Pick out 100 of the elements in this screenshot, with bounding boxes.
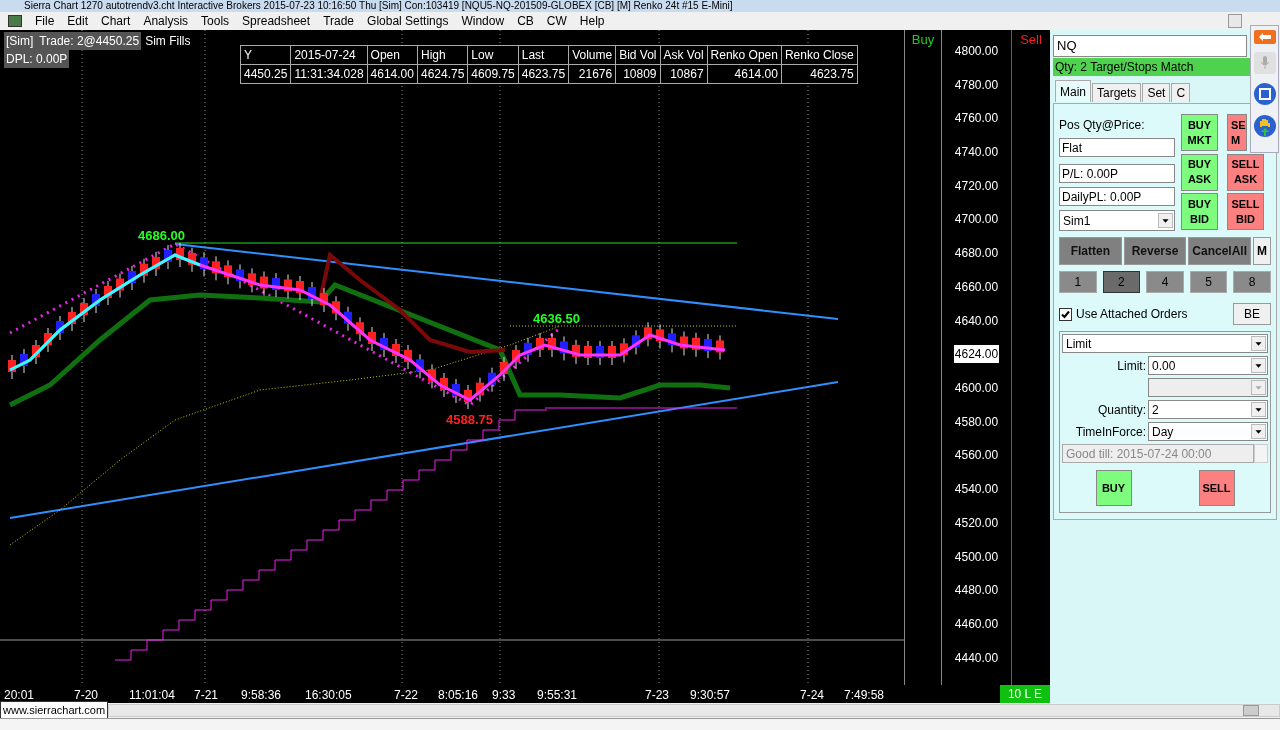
price-label: 4740.00 — [954, 144, 999, 161]
window-title: Sierra Chart 1270 autotrendv3.cht Interactive Brokers 2015-07-23 10:16:50 Thu [Sim] Con:103419 [NQU5-NQ-201509-GLOBEX [CB] [M] Renko 24t #15 E-Mini] — [24, 0, 733, 12]
scroll-thumb-icon[interactable] — [1243, 705, 1259, 716]
time-label: 8:05:16 — [438, 687, 479, 704]
spinner-icon[interactable] — [1254, 444, 1268, 463]
candlestick — [308, 281, 316, 307]
quantity-select[interactable]: 2 — [1148, 400, 1268, 419]
candlestick — [224, 259, 232, 285]
position-field: Flat — [1059, 138, 1175, 157]
website-link[interactable]: www.sierrachart.com — [0, 701, 109, 720]
microphone-icon[interactable] — [1253, 52, 1276, 74]
menu-item[interactable]: CB — [517, 12, 534, 30]
table-cell: 4450.25 — [240, 64, 291, 84]
price-label: 4720.00 — [954, 177, 999, 195]
table-cell: 4624.75 — [417, 64, 468, 84]
candlestick — [356, 316, 364, 342]
candlestick — [668, 327, 676, 353]
price-label: 4760.00 — [954, 110, 999, 128]
action-button[interactable]: Reverse — [1123, 237, 1187, 265]
time-label: 11:01:04 — [129, 687, 175, 704]
column-header: Bid Vol — [615, 45, 661, 65]
price-label: 4560.00 — [954, 447, 999, 465]
candlestick — [296, 275, 304, 301]
order-button[interactable]: SE M — [1227, 114, 1247, 151]
time-label: 7-21 — [194, 687, 219, 704]
account-select[interactable]: Sim1 — [1059, 210, 1175, 231]
price-label: 4500.00 — [954, 548, 999, 566]
action-button[interactable]: M — [1253, 237, 1271, 265]
symbol-field[interactable]: NQ — [1053, 35, 1247, 57]
menu-item[interactable]: File — [35, 12, 55, 30]
candlestick — [404, 344, 412, 370]
stop-icon[interactable] — [1252, 82, 1277, 106]
empty-select[interactable] — [1148, 378, 1268, 397]
menu-item[interactable]: Global Settings — [367, 12, 449, 30]
tab[interactable]: C — [1171, 83, 1191, 102]
be-button[interactable]: BE — [1233, 303, 1271, 325]
order-type-select[interactable]: Limit — [1062, 334, 1268, 353]
candlestick — [440, 372, 448, 398]
order-button[interactable]: BUY ASK — [1181, 153, 1218, 191]
candlestick — [716, 334, 724, 360]
quantity-preset-button[interactable]: 2 — [1102, 271, 1141, 293]
time-label: 7-24 — [800, 687, 825, 704]
action-button[interactable]: Flatten — [1059, 237, 1122, 265]
candlestick — [248, 267, 256, 293]
order-button[interactable]: BUY MKT — [1181, 114, 1218, 151]
quantity-preset-button[interactable]: 5 — [1189, 271, 1228, 293]
candlestick — [68, 306, 76, 332]
time-label: 16:30:05 — [305, 687, 352, 704]
hand-icon[interactable] — [1252, 114, 1277, 138]
app-icon[interactable] — [8, 15, 22, 27]
candlestick — [344, 306, 352, 332]
tab[interactable]: Set — [1142, 83, 1171, 102]
buy-button[interactable]: BUY — [1095, 470, 1132, 506]
menu-item[interactable]: Spreadsheet — [242, 12, 311, 30]
candlestick — [464, 384, 472, 410]
column-header: Ask Vol — [660, 45, 708, 65]
price-label: 4700.00 — [954, 211, 999, 229]
menu-item[interactable]: Trade — [323, 12, 355, 30]
menu-item[interactable]: Help — [579, 12, 605, 30]
column-header: Volume — [568, 45, 616, 65]
time-label: 7-20 — [74, 687, 99, 704]
candlestick — [200, 251, 208, 277]
table-cell: 10809 — [615, 64, 661, 84]
horizontal-scrollbar[interactable] — [108, 704, 1280, 717]
time-in-force-select[interactable]: Day — [1148, 422, 1268, 441]
menu-item[interactable]: Window — [461, 12, 505, 30]
table-cell: 4623.75 — [518, 64, 569, 84]
order-button[interactable]: SELL BID — [1227, 193, 1264, 231]
table-cell: 11:31:34.028 — [290, 64, 368, 84]
trade-label: Trade: 2@4450.25 — [35, 32, 142, 50]
price-annotation: 4686.00 — [138, 227, 185, 245]
menu-item[interactable]: CW — [546, 12, 567, 30]
limit-price-select[interactable]: 0.00 — [1148, 356, 1268, 375]
sell-button[interactable]: SELL — [1198, 470, 1235, 506]
candlestick — [596, 340, 604, 366]
minimize-button[interactable] — [1228, 14, 1242, 28]
quantity-preset-button[interactable]: 1 — [1059, 271, 1097, 293]
checkbox[interactable] — [1059, 307, 1072, 321]
price-label: 4540.00 — [954, 481, 999, 499]
buy-label: Buy — [911, 31, 935, 49]
quantity-preset-button[interactable]: 4 — [1146, 271, 1184, 293]
candlestick — [476, 377, 484, 403]
tab[interactable]: Targets — [1092, 83, 1142, 102]
candlestick — [368, 326, 376, 352]
menu-item[interactable]: Edit — [67, 12, 89, 30]
quantity-preset-button[interactable]: 8 — [1233, 271, 1271, 293]
menu-item[interactable]: Analysis — [143, 12, 189, 30]
order-button[interactable]: BUY BID — [1181, 193, 1218, 231]
action-button[interactable]: CancelAll — [1188, 237, 1251, 265]
menu-item[interactable]: Chart — [101, 12, 131, 30]
time-label: 20:01 — [4, 687, 35, 704]
table-cell: 21676 — [568, 64, 616, 84]
daily-pl-field: DailyPL: 0.00P — [1059, 187, 1175, 206]
candlestick — [392, 338, 400, 364]
price-label: 4440.00 — [954, 649, 999, 667]
time-label: 9:33 — [492, 687, 516, 704]
candlestick — [452, 378, 460, 404]
order-button[interactable]: SELL ASK — [1227, 153, 1264, 191]
tab[interactable]: Main — [1055, 80, 1091, 102]
menu-item[interactable]: Tools — [201, 12, 230, 30]
